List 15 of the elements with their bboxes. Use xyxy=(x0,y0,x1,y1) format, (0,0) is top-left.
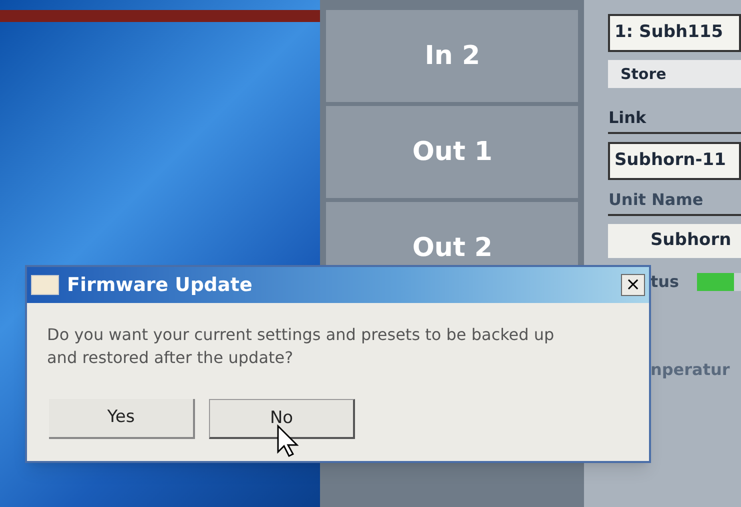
dialog-title: Firmware Update xyxy=(67,272,254,298)
unit-name-field[interactable]: Subhorn xyxy=(608,224,741,258)
dialog-message: Do you want your current settings and presets to be backed up and restored after the update? xyxy=(46,324,556,369)
temperature-label: nperatur xyxy=(649,359,731,381)
link-label: Link xyxy=(608,106,741,134)
dialog-button[interactable]: No xyxy=(209,399,355,439)
dialog-button[interactable]: Yes xyxy=(49,399,195,439)
preset-field[interactable]: 1: Subh115 xyxy=(608,14,741,52)
status-label: tus xyxy=(650,271,679,293)
unit-name-label: Unit Name xyxy=(608,188,741,216)
mouse-pointer-icon xyxy=(276,424,302,458)
window-icon xyxy=(31,275,59,295)
store-button[interactable]: Store xyxy=(608,60,741,88)
close-button[interactable]: × xyxy=(621,274,645,296)
link-field[interactable]: Subhorn-11 xyxy=(608,142,741,180)
